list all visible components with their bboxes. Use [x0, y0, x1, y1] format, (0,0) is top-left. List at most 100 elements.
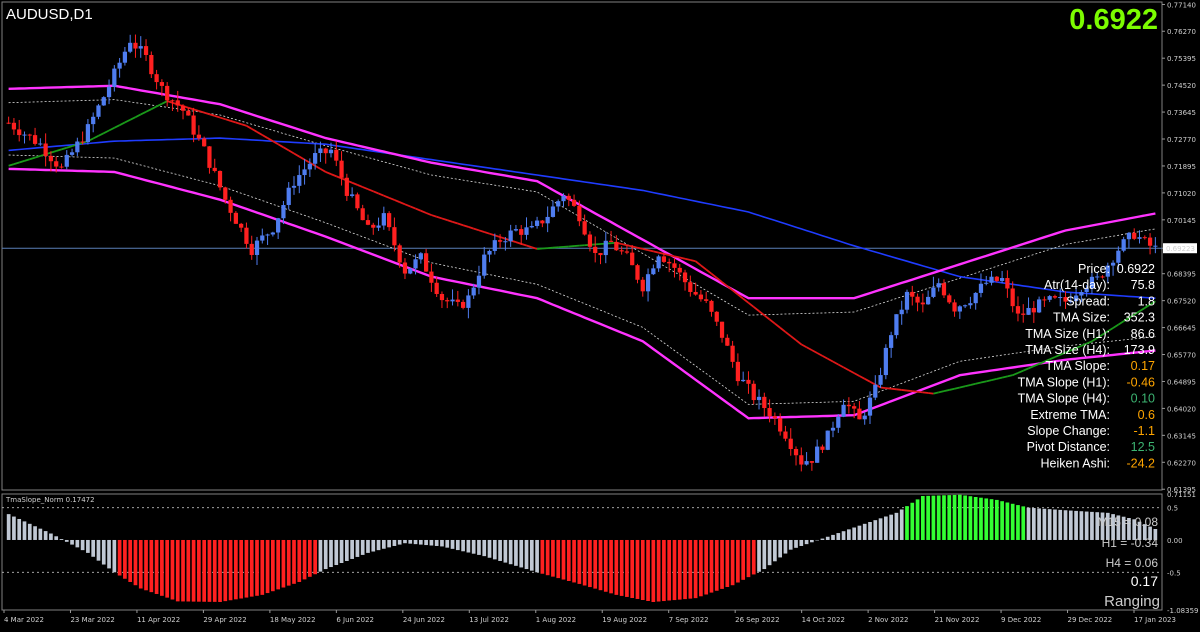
candle-body: [989, 277, 993, 283]
ma-fast-segment: [706, 270, 711, 274]
candle-body: [260, 235, 264, 240]
y-tick-label: 0.71020: [1167, 190, 1196, 198]
ma-fast-segment: [674, 256, 679, 257]
candle-body: [112, 69, 116, 87]
ma-fast-segment: [437, 217, 442, 219]
candle-body: [1122, 239, 1126, 251]
candle-body: [1058, 297, 1062, 298]
trading-chart[interactable]: TmaSlope_Norm 0.17472M15 = 0.08H1 = -0.3…: [0, 0, 1200, 627]
candle-body: [102, 97, 106, 105]
info-value: 1.8: [1138, 294, 1155, 308]
candle-body: [22, 135, 26, 136]
ma-slow-line: [9, 138, 1156, 298]
ma-fast-segment: [664, 254, 669, 255]
ma-fast-segment: [236, 122, 241, 124]
ma-fast-segment: [421, 211, 426, 213]
ma-fast-segment: [24, 159, 29, 161]
candle-body: [318, 148, 322, 153]
candle-body: [366, 220, 370, 225]
ma-fast-segment: [389, 198, 394, 200]
candle-body: [65, 155, 69, 167]
candle-body: [519, 229, 523, 235]
ma-fast-segment: [1023, 368, 1028, 370]
info-label: TMA Size (H1):: [1025, 327, 1110, 341]
candle-body: [165, 86, 169, 100]
ma-fast-segment: [817, 353, 822, 356]
ma-fast-segment: [162, 101, 167, 104]
ma-fast-segment: [257, 132, 262, 135]
candle-body: [963, 305, 967, 306]
y-tick-label: 0.65770: [1167, 352, 1196, 360]
candle-body: [49, 156, 53, 161]
ma-fast-segment: [453, 222, 458, 224]
candle-body: [794, 449, 798, 455]
ma-fast-segment: [1113, 325, 1118, 328]
ma-fast-segment: [431, 215, 436, 217]
candle-body: [736, 362, 740, 381]
ma-fast-segment: [320, 169, 325, 172]
y-tick-label: 0.66645: [1167, 325, 1196, 333]
candle-body: [1037, 299, 1041, 312]
candle-body: [620, 250, 624, 251]
candle-body: [831, 428, 835, 431]
ma-fast-segment: [262, 135, 267, 138]
candle-body: [472, 288, 476, 296]
candle-body: [778, 418, 782, 431]
candle-body: [466, 295, 470, 307]
ma-fast-segment: [912, 391, 917, 392]
info-value: 0.10: [1131, 392, 1155, 406]
candle-body: [551, 206, 555, 216]
y-tick-label: 0.75395: [1167, 55, 1196, 63]
ma-fast-segment: [30, 158, 35, 160]
y-tick-label: 0.73645: [1167, 109, 1196, 117]
y-tick-label: 0.63145: [1167, 432, 1196, 440]
candle-body: [107, 87, 111, 97]
candle-body: [641, 280, 645, 292]
y-tick-label: 0.67520: [1167, 298, 1196, 306]
candle-body: [186, 111, 190, 116]
info-value: 12.5: [1131, 440, 1155, 454]
candle-body: [958, 306, 962, 311]
ma-fast-segment: [833, 362, 838, 365]
ma-fast-segment: [854, 373, 859, 376]
x-tick-label: 26 Sep 2022: [735, 616, 779, 624]
ma-fast-segment: [939, 391, 944, 392]
ma-fast-segment: [822, 356, 827, 359]
candle-body: [435, 283, 439, 294]
sub-title: TmaSlope_Norm 0.17472: [5, 496, 95, 504]
x-tick-label: 14 Oct 2022: [802, 616, 845, 624]
candle-body: [440, 294, 444, 300]
tma-bands: [9, 86, 1156, 419]
ma-fast-segment: [410, 206, 415, 208]
candle-body: [1011, 288, 1015, 306]
ma-fast-segment: [495, 235, 500, 237]
ma-fast-segment: [764, 315, 769, 319]
ma-fast-segment: [896, 389, 901, 390]
ma-fast-segment: [463, 225, 468, 227]
candle-body: [350, 194, 354, 196]
candle-body: [873, 385, 877, 398]
x-tick-label: 21 Nov 2022: [935, 616, 980, 624]
y-tick-label: 0.64020: [1167, 405, 1196, 413]
candle-body: [228, 200, 232, 213]
candle-body: [604, 241, 608, 255]
ma-fast-segment: [928, 393, 933, 394]
x-tick-label: 9 Dec 2022: [1001, 616, 1041, 624]
candle-body: [1042, 299, 1046, 300]
candle-body: [1116, 251, 1120, 263]
candle-body: [44, 143, 48, 155]
candle-body: [1148, 238, 1152, 246]
candle-body: [207, 146, 211, 168]
ma-fast-segment: [521, 244, 526, 246]
candle-body: [355, 194, 359, 208]
candle-body: [984, 283, 988, 284]
slope-value: 0.17: [1131, 573, 1158, 589]
candle-body: [810, 461, 814, 463]
ma-fast-segment: [114, 125, 119, 128]
candle-body: [540, 221, 544, 224]
ma-fast-segment: [93, 136, 98, 139]
candle-body: [974, 293, 978, 303]
candle-body: [123, 52, 127, 63]
candle-body: [789, 439, 793, 449]
candle-body: [672, 263, 676, 268]
